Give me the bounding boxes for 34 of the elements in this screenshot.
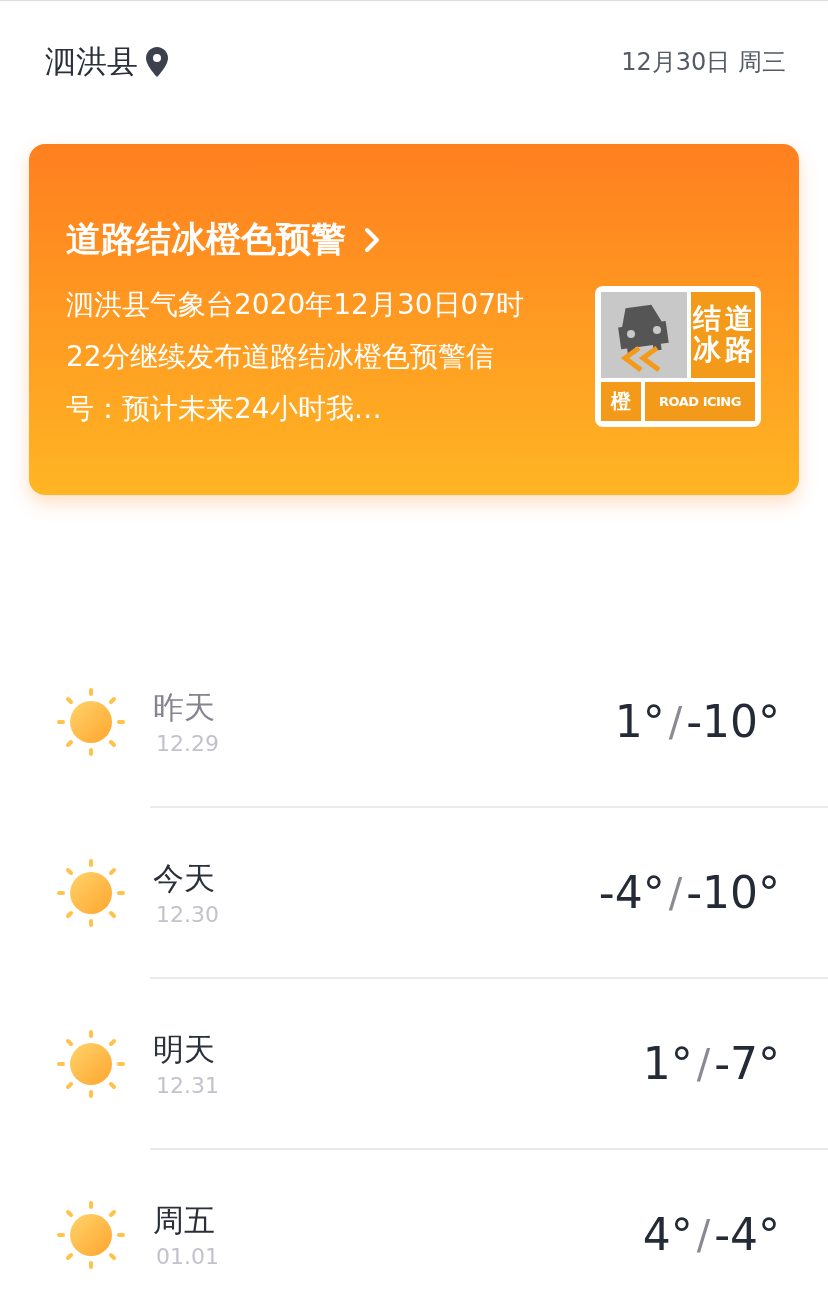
high-temperature: 4° <box>642 1209 693 1260</box>
day-name: 昨天 <box>153 688 216 727</box>
slash-separator: / <box>696 1211 711 1258</box>
sun-icon <box>57 687 125 756</box>
low-temperature: -10° <box>686 867 780 918</box>
date-text: 12月30日 周三 <box>621 47 786 78</box>
day-name: 今天 <box>153 859 216 898</box>
day-date: 01.01 <box>156 1244 220 1269</box>
slash-separator: / <box>668 698 683 745</box>
day-name: 明天 <box>153 1030 216 1069</box>
sign-text: 结冰 <box>693 304 721 366</box>
slash-separator: / <box>668 869 683 916</box>
alert-text: 泗洪县气象台2020年12月30日07时22分继续发布道路结冰橙色预警信号：预计未来24小时我… <box>66 287 526 427</box>
sun-icon <box>57 1200 125 1269</box>
day-name: 周五 <box>153 1201 216 1240</box>
sign-text: 道路 <box>725 304 753 366</box>
sign-caption: ROAD ICING <box>645 382 755 421</box>
high-temperature: 1° <box>642 1038 693 1089</box>
chevron-right-icon <box>364 226 380 253</box>
low-temperature: -10° <box>686 696 780 747</box>
day-date: 12.31 <box>156 1073 220 1098</box>
day-date: 12.29 <box>156 731 220 756</box>
low-temperature: -7° <box>714 1038 780 1089</box>
slash-separator: / <box>696 1040 711 1087</box>
sun-icon <box>57 858 125 927</box>
sun-icon <box>57 1029 125 1098</box>
alert-title: 道路结冰橙色预警 <box>66 218 346 261</box>
low-temperature: -4° <box>714 1209 780 1260</box>
day-date: 12.30 <box>156 902 220 927</box>
warning-level-label: 橙 <box>601 382 641 421</box>
location-name[interactable]: 泗洪县 <box>45 41 138 83</box>
high-temperature: 1° <box>614 696 665 747</box>
high-temperature: -4° <box>598 867 665 918</box>
location-pin-icon <box>146 47 168 77</box>
